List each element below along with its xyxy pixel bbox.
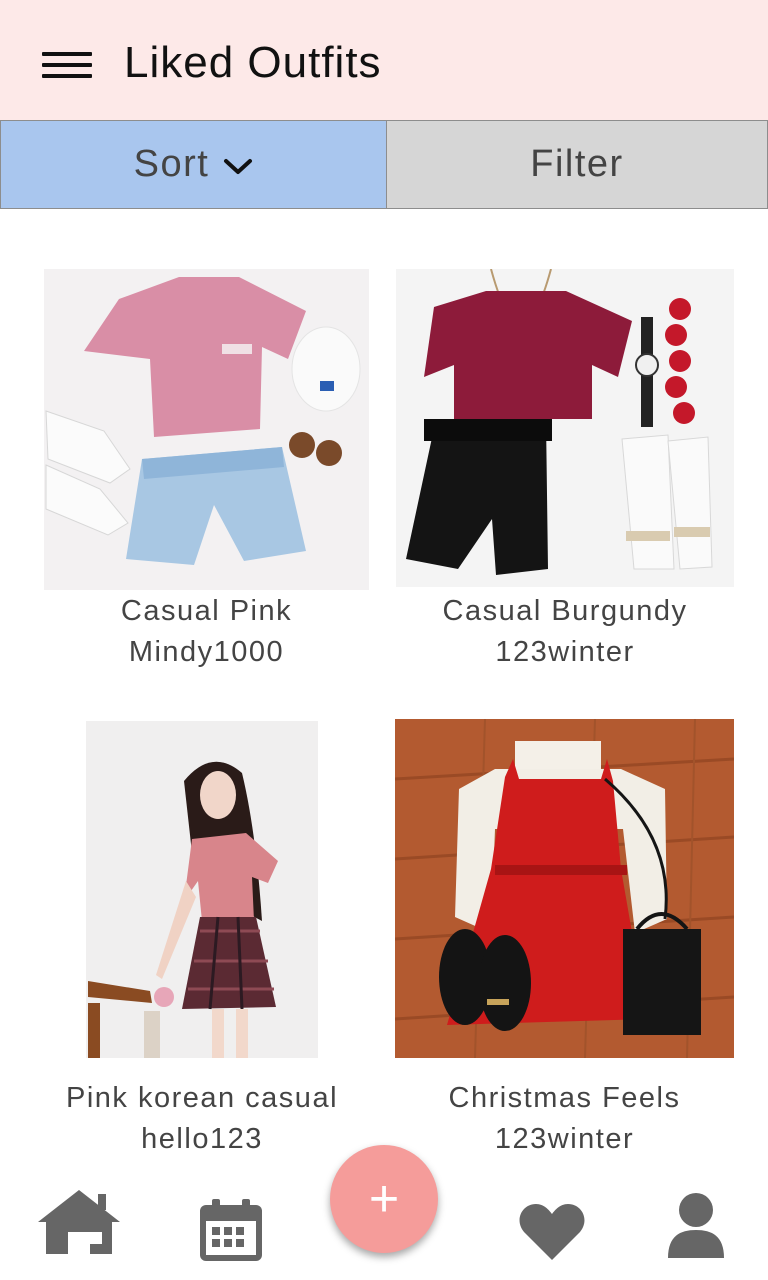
calendar-icon[interactable] xyxy=(198,1197,264,1263)
add-icon: + xyxy=(368,1170,400,1228)
page-title: Liked Outfits xyxy=(124,38,382,87)
outfit-image[interactable] xyxy=(395,719,734,1058)
outfit-user: 123winter xyxy=(495,636,635,668)
heart-icon[interactable] xyxy=(518,1202,586,1262)
outfit-card[interactable]: Christmas Feels 123winter xyxy=(395,719,734,1155)
outfit-name: Casual Pink xyxy=(120,595,293,627)
home-icon[interactable] xyxy=(36,1188,122,1256)
outfit-user: hello123 xyxy=(141,1123,263,1155)
sort-button[interactable]: Sort xyxy=(0,120,387,209)
outfit-name: Christmas Feels xyxy=(448,1082,681,1114)
outfit-image[interactable] xyxy=(86,721,318,1058)
profile-icon[interactable] xyxy=(666,1192,726,1258)
sort-filter-bar: Sort Filter xyxy=(0,120,768,209)
outfit-image[interactable] xyxy=(44,269,369,590)
sort-label: Sort xyxy=(133,143,210,185)
outfit-card[interactable]: Casual Burgundy 123winter xyxy=(396,269,734,679)
hamburger-menu-icon[interactable] xyxy=(42,50,94,80)
outfit-name: Pink korean casual xyxy=(65,1082,339,1114)
chevron-down-icon xyxy=(224,158,253,174)
app-header: Liked Outfits xyxy=(0,0,768,120)
outfit-card[interactable]: Pink korean casual hello123 xyxy=(44,721,360,1155)
outfit-user: Mindy1000 xyxy=(128,636,285,668)
outfit-card[interactable]: Casual Pink Mindy1000 xyxy=(44,269,369,679)
outfit-image[interactable] xyxy=(396,269,734,587)
outfit-name: Casual Burgundy xyxy=(442,595,688,627)
filter-label: Filter xyxy=(530,143,624,185)
app-root: Liked Outfits Sort Filter Casual Pink Mi… xyxy=(0,0,768,1280)
filter-button[interactable]: Filter xyxy=(387,120,768,209)
add-outfit-button[interactable]: + xyxy=(330,1145,438,1253)
outfit-user: 123winter xyxy=(494,1123,635,1155)
